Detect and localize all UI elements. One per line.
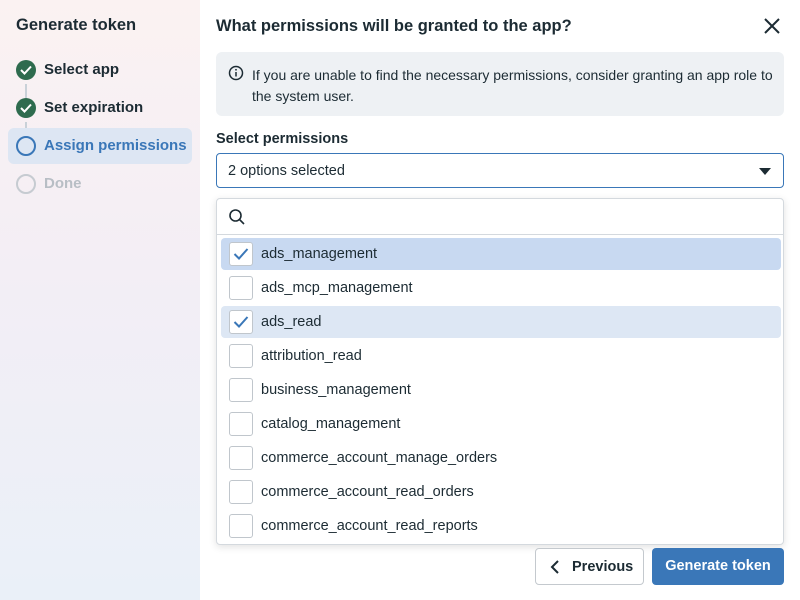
option-label: commerce_account_read_reports: [261, 518, 478, 534]
info-icon: [228, 65, 244, 81]
sidebar-title: Generate token: [16, 16, 137, 34]
permission-option[interactable]: catalog_management: [221, 408, 781, 440]
checkbox[interactable]: [229, 514, 253, 538]
step-label: Set expiration: [44, 99, 144, 116]
option-label: ads_management: [261, 246, 378, 262]
step-label: Done: [44, 175, 82, 192]
permission-option[interactable]: ads_mcp_management: [221, 272, 781, 304]
permission-option[interactable]: ads_read: [221, 306, 781, 338]
option-label: business_management: [261, 382, 411, 398]
option-label: ads_mcp_management: [261, 280, 413, 296]
step-done: Done: [8, 166, 192, 202]
permission-option[interactable]: commerce_account_read_reports: [221, 510, 781, 542]
permissions-dialog: What permissions will be granted to the …: [200, 0, 800, 600]
step-set-expiration: Set expiration: [8, 90, 192, 126]
checkbox[interactable]: [229, 412, 253, 436]
checkbox[interactable]: [229, 480, 253, 504]
step-select-app: Select app: [8, 52, 192, 88]
pending-step-icon: [16, 174, 36, 194]
select-value: 2 options selected: [228, 163, 345, 179]
option-label: commerce_account_read_orders: [261, 484, 474, 500]
checkbox[interactable]: [229, 344, 253, 368]
step-label: Assign permissions: [44, 137, 187, 154]
generate-token-button[interactable]: Generate token: [652, 548, 784, 585]
option-label: attribution_read: [261, 348, 362, 364]
checkbox-checked[interactable]: [229, 310, 253, 334]
permissions-select[interactable]: 2 options selected: [216, 153, 784, 188]
current-step-icon: [16, 136, 36, 156]
step-assign-permissions: Assign permissions: [8, 128, 192, 164]
checkbox-checked[interactable]: [229, 242, 253, 266]
check-icon: [233, 248, 249, 260]
permission-option[interactable]: attribution_read: [221, 340, 781, 372]
step-label: Select app: [44, 61, 120, 78]
checkbox[interactable]: [229, 276, 253, 300]
previous-button[interactable]: Previous: [535, 548, 644, 585]
option-label: ads_read: [261, 314, 322, 330]
check-circle-icon: [16, 60, 36, 80]
option-label: catalog_management: [261, 416, 401, 432]
close-button[interactable]: [760, 14, 784, 38]
search-icon: [229, 209, 245, 225]
permission-option[interactable]: commerce_account_read_orders: [221, 476, 781, 508]
info-banner: If you are unable to find the necessary …: [216, 52, 784, 116]
info-text: If you are unable to find the necessary …: [252, 67, 773, 104]
close-icon: [764, 18, 780, 34]
caret-down-icon: [759, 168, 771, 175]
permissions-dropdown: ads_management ads_mcp_management ads_re…: [216, 198, 784, 545]
chevron-left-icon: [550, 560, 559, 574]
dropdown-search: [217, 199, 783, 235]
permission-option[interactable]: business_management: [221, 374, 781, 406]
option-label: commerce_account_manage_orders: [261, 450, 498, 466]
checkbox[interactable]: [229, 446, 253, 470]
check-circle-icon: [16, 98, 36, 118]
previous-label: Previous: [572, 559, 634, 575]
checkbox[interactable]: [229, 378, 253, 402]
check-icon: [233, 316, 249, 328]
dialog-title: What permissions will be granted to the …: [216, 17, 572, 35]
permission-search-input[interactable]: [251, 204, 771, 230]
generate-token-label: Generate token: [665, 558, 771, 574]
steps-sidebar: Generate token Select app Set expiration…: [0, 0, 200, 600]
permission-option[interactable]: ads_management: [221, 238, 781, 270]
select-permissions-label: Select permissions: [216, 131, 349, 147]
permission-option[interactable]: commerce_account_manage_orders: [221, 442, 781, 474]
